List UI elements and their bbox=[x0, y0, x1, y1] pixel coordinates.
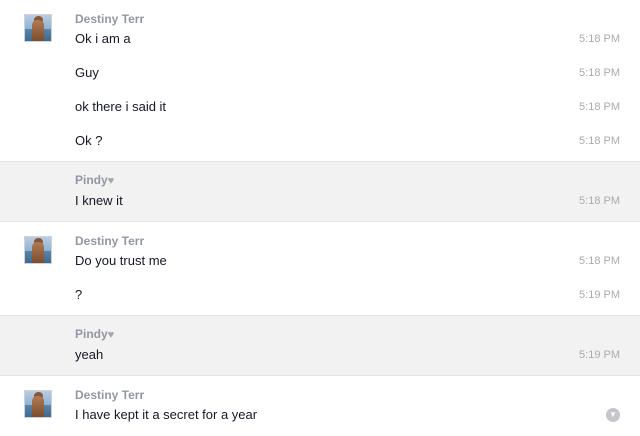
message-group: Destiny Terr Ok i am a 5:18 PM Guy 5:18 … bbox=[0, 0, 640, 162]
message-timestamp: 5:19 PM bbox=[579, 289, 620, 301]
avatar[interactable] bbox=[24, 14, 52, 42]
heart-icon: ♥ bbox=[107, 175, 115, 187]
message-timestamp: 5:18 PM bbox=[579, 135, 620, 147]
message-timestamp: 5:18 PM bbox=[579, 33, 620, 45]
avatar[interactable] bbox=[24, 390, 52, 418]
message-text: ok there i said it bbox=[75, 99, 167, 114]
heart-icon: ♥ bbox=[107, 329, 115, 341]
message-group: Destiny Terr Do you trust me 5:18 PM ? 5… bbox=[0, 222, 640, 316]
message-group: Pindy♥ yeah 5:19 PM bbox=[0, 316, 640, 376]
message-text: yeah bbox=[75, 347, 104, 362]
message-thread: Destiny Terr Ok i am a 5:18 PM Guy 5:18 … bbox=[0, 0, 640, 436]
message-text: Ok ? bbox=[75, 133, 103, 148]
message-timestamp: 5:18 PM bbox=[579, 195, 620, 207]
message-group: Pindy♥ I knew it 5:18 PM bbox=[0, 162, 640, 222]
message-timestamp: 5:19 PM bbox=[579, 349, 620, 361]
message-text: Guy bbox=[75, 65, 99, 80]
sender-name[interactable]: Pindy♥ bbox=[75, 173, 114, 187]
message-text: I have kept it a secret for a year bbox=[75, 407, 258, 422]
message-timestamp: 5:18 PM bbox=[579, 255, 620, 267]
chevron-down-icon[interactable]: ▼ bbox=[606, 408, 620, 422]
message-text: Do you trust me bbox=[75, 253, 167, 268]
message-text: I knew it bbox=[75, 193, 123, 208]
sender-name[interactable]: Destiny Terr bbox=[75, 388, 144, 402]
message-timestamp: 5:18 PM bbox=[579, 101, 620, 113]
avatar[interactable] bbox=[24, 236, 52, 264]
sender-name[interactable]: Destiny Terr bbox=[75, 234, 144, 248]
message-text: ? bbox=[75, 287, 83, 302]
sender-name[interactable]: Pindy♥ bbox=[75, 327, 114, 341]
message-group: Destiny Terr I have kept it a secret for… bbox=[0, 376, 640, 436]
message-text: Ok i am a bbox=[75, 31, 131, 46]
message-timestamp: 5:18 PM bbox=[579, 67, 620, 79]
sender-name[interactable]: Destiny Terr bbox=[75, 12, 144, 26]
